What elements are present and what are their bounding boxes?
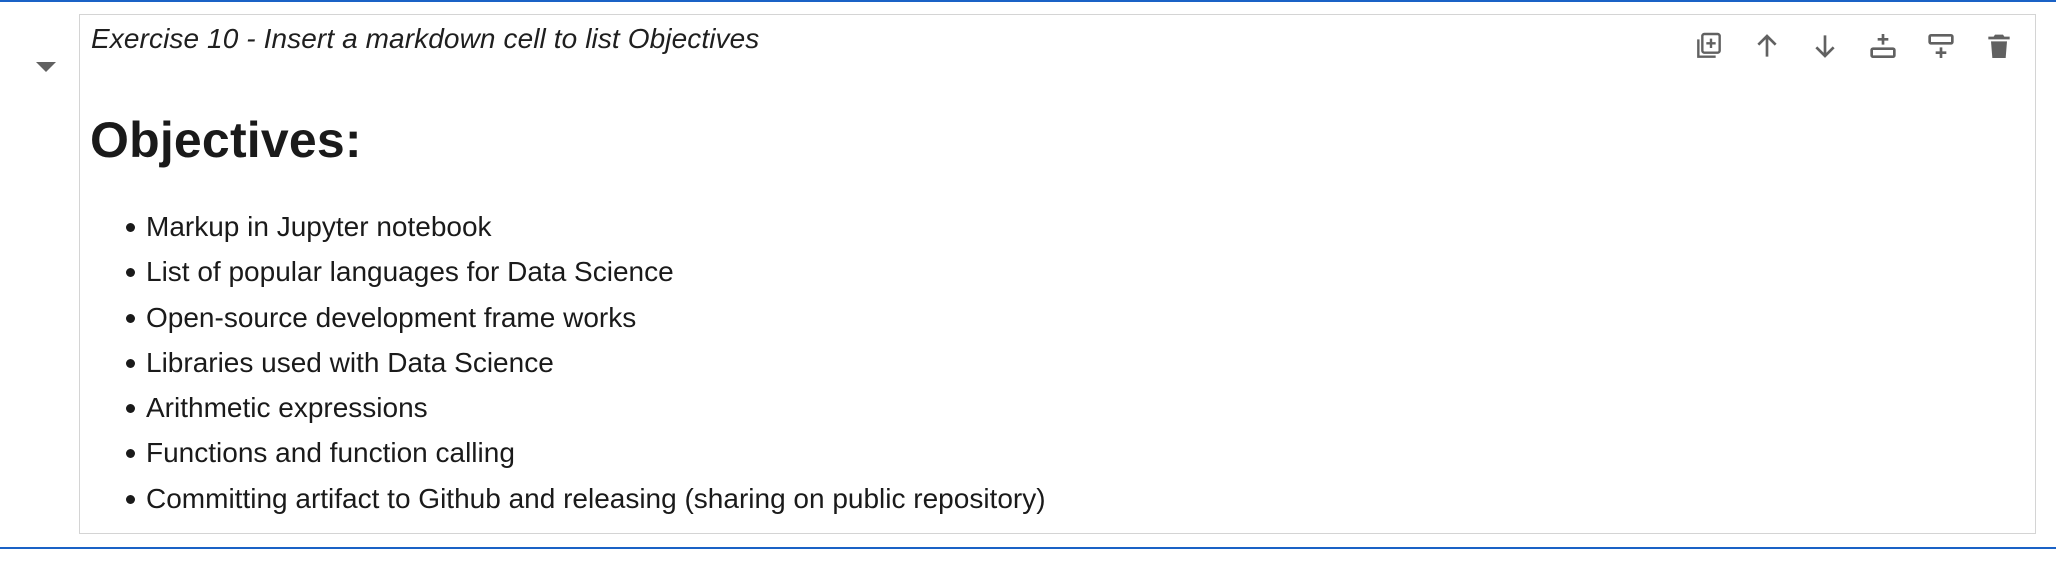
active-cell-bottom-border: [0, 547, 2056, 549]
caret-down-icon: [36, 62, 56, 72]
move-cell-up-button[interactable]: [1743, 25, 1791, 67]
objectives-list: Markup in Jupyter notebook List of popul…: [126, 204, 1046, 521]
arrow-down-icon: [1815, 35, 1835, 58]
list-item: Open-source development frame works: [126, 295, 1046, 340]
duplicate-cell-button[interactable]: [1685, 25, 1733, 67]
list-item: Markup in Jupyter notebook: [126, 204, 1046, 249]
arrow-up-icon: [1757, 34, 1777, 57]
insert-cell-below-button[interactable]: [1917, 25, 1965, 67]
cell-toolbar: [1685, 25, 2023, 67]
duplicate-icon: [1697, 32, 1721, 58]
trash-icon: [1988, 34, 2010, 58]
list-item: List of popular languages for Data Scien…: [126, 249, 1046, 294]
insert-below-icon: [1928, 33, 1954, 58]
cell-heading: Exercise 10 - Insert a markdown cell to …: [91, 23, 760, 54]
list-item: Committing artifact to Github and releas…: [126, 476, 1046, 521]
collapse-cell-button[interactable]: [34, 58, 58, 76]
markdown-cell[interactable]: Exercise 10 - Insert a markdown cell to …: [79, 14, 2036, 534]
active-cell-top-border: [0, 0, 2056, 2]
list-item: Functions and function calling: [126, 430, 1046, 475]
insert-cell-above-button[interactable]: [1859, 25, 1907, 67]
insert-above-icon: [1870, 34, 1896, 58]
objectives-title: Objectives:: [90, 112, 362, 168]
move-cell-down-button[interactable]: [1801, 25, 1849, 67]
list-item: Arithmetic expressions: [126, 385, 1046, 430]
delete-cell-button[interactable]: [1975, 25, 2023, 67]
list-item: Libraries used with Data Science: [126, 340, 1046, 385]
